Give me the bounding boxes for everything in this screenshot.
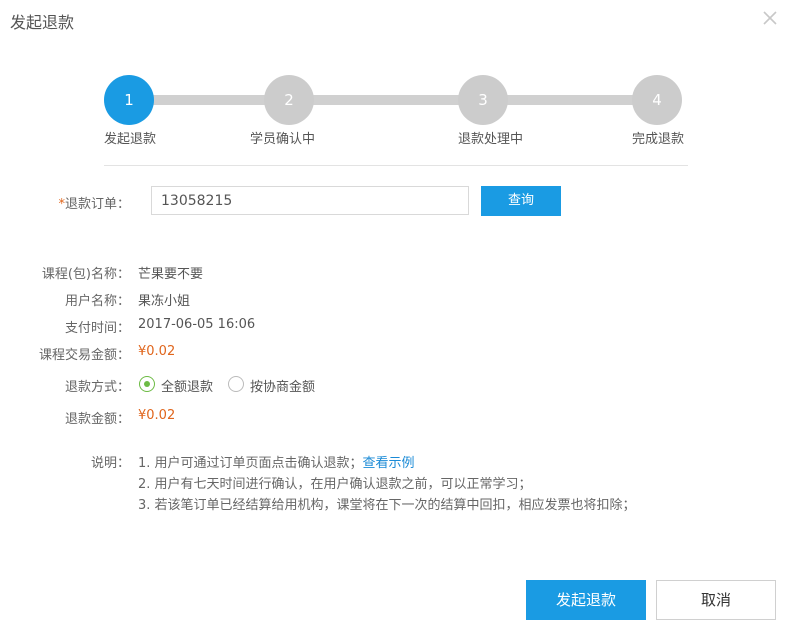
step-1-label: 发起退款 [104,132,157,147]
negotiated-refund-label[interactable]: 按协商金额 [250,376,315,395]
close-icon-glyph [763,11,777,25]
note-line-1: 1. 用户可通过订单页面点击确认退款；查看示例 [138,452,415,471]
cancel-button[interactable]: 取消 [656,580,776,620]
user-label: 用户名称： [64,294,130,309]
step-4-circle: 4 [632,75,682,125]
negotiated-refund-radio[interactable] [228,376,244,392]
step-1-circle: 1 [104,75,154,125]
step-3-circle: 3 [458,75,508,125]
trade-amount-label: 课程交易金额： [38,348,130,363]
order-label: 退款订单： [64,197,130,212]
query-button[interactable]: 查询 [481,186,561,216]
user-value: 果冻小姐 [138,294,191,309]
course-label: 课程(包)名称： [41,267,130,282]
step-2-label: 学员确认中 [250,132,316,147]
close-icon[interactable] [760,8,780,28]
step-2-circle: 2 [264,75,314,125]
time-label: 支付时间： [64,321,130,336]
step-3-label: 退款处理中 [458,132,524,147]
note-line-3: 3. 若该笔订单已经结算给用机构，课堂将在下一次的结算中回扣，相应发票也将扣除； [138,498,636,513]
step-divider [104,165,688,166]
order-input[interactable] [151,186,469,215]
submit-refund-button[interactable]: 发起退款 [526,580,646,620]
dialog-title: 发起退款 [10,13,75,32]
trade-amount-value: ¥0.02 [138,344,176,359]
note-line-1-text: 1. 用户可通过订单页面点击确认退款； [138,456,363,471]
view-example-link[interactable]: 查看示例 [363,456,415,471]
time-value: 2017-06-05 16:06 [138,317,256,332]
refund-amount-label: 退款金额： [64,412,130,427]
notes-label: 说明： [90,456,130,471]
refund-amount-value: ¥0.02 [138,408,176,423]
course-value: 芒果要不要 [138,267,204,282]
refund-method-label: 退款方式： [64,380,130,395]
order-label-group: *退款订单： [30,193,130,212]
full-refund-radio[interactable] [139,376,155,392]
step-4-label: 完成退款 [632,132,685,147]
step-track [128,95,658,105]
note-line-2: 2. 用户有七天时间进行确认，在用户确认退款之前，可以正常学习； [138,477,532,492]
full-refund-label[interactable]: 全额退款 [161,376,213,395]
